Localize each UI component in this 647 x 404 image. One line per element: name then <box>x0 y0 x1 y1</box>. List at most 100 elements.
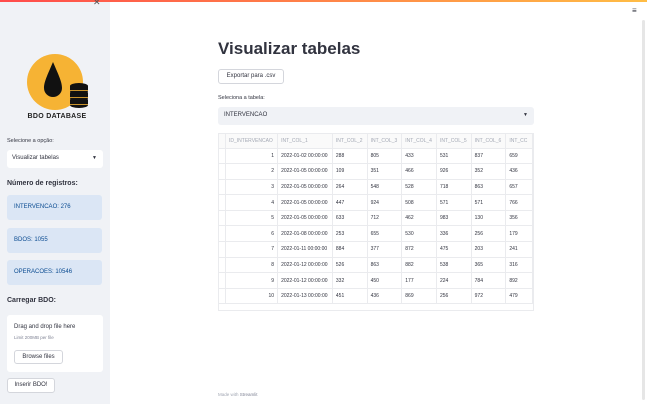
table-row[interactable]: 6 2022-01-08 00:00:00 253 655 530 336 256 179 <box>219 225 533 243</box>
table-column-header[interactable]: INT_COL_1 <box>277 134 333 149</box>
table-cell: 571 <box>471 194 507 211</box>
table-cell: 766 <box>505 194 533 211</box>
table-cell: 531 <box>436 148 472 165</box>
table-cell: 365 <box>471 257 507 274</box>
table-cell: 4 <box>225 194 279 211</box>
sidebar: ✕ BDO DATABASE Selecione a opção: Visual… <box>0 0 110 404</box>
table-cell: 2022-01-02 00:00:00 <box>277 148 333 165</box>
table-cell: 7 <box>225 241 279 258</box>
table-cell: 548 <box>367 179 403 196</box>
table-row[interactable]: 10 2022-01-13 00:00:00 451 436 869 256 972 479 <box>219 288 533 305</box>
table-cell: 447 <box>332 194 368 211</box>
table-cell: 475 <box>436 241 472 258</box>
table-cell: 352 <box>471 163 507 180</box>
upload-limit-text: Limit 200MB per file <box>14 335 54 340</box>
table-cell: 436 <box>367 288 403 305</box>
table-cell: 884 <box>332 241 368 258</box>
table-cell: 356 <box>505 210 533 227</box>
table-row[interactable]: 5 2022-01-05 00:00:00 633 712 462 983 130 356 <box>219 210 533 227</box>
logo-text: BDO DATABASE <box>27 113 87 120</box>
table-cell: 2022-01-05 00:00:00 <box>277 163 333 180</box>
table-cell: 784 <box>471 272 507 289</box>
table-cell: 2022-01-11 00:00:00 <box>277 241 333 258</box>
table-select[interactable]: INTERVENCAO ▼ <box>218 107 534 125</box>
table-column-header[interactable]: INT_COL_3 <box>367 134 403 149</box>
table-cell: 332 <box>332 272 368 289</box>
table-cell: 377 <box>367 241 403 258</box>
table-column-header[interactable]: INT_COL_6 <box>471 134 507 149</box>
table-cell: 926 <box>436 163 472 180</box>
bdo-database-logo: BDO DATABASE <box>22 52 92 124</box>
records-header: Número de registros: <box>7 180 78 187</box>
table-cell: 655 <box>367 225 403 243</box>
data-table[interactable]: ID_INTERVENCAO INT_COL_1 INT_COL_2 INT_COL_… <box>218 133 534 311</box>
table-cell: 6 <box>225 225 279 243</box>
table-cell: 256 <box>471 225 507 243</box>
option-select[interactable]: Visualizar tabelas ▼ <box>7 150 103 168</box>
table-cell: 5 <box>225 210 279 227</box>
table-cell: 253 <box>332 225 368 243</box>
table-cell: 451 <box>332 288 368 305</box>
table-cell: 2022-01-08 00:00:00 <box>277 225 333 243</box>
table-cell: 837 <box>471 148 507 165</box>
table-column-header[interactable]: INT_COL_4 <box>401 134 437 149</box>
table-cell: 892 <box>505 272 533 289</box>
records-bdos-badge: BDOS: 1055 <box>7 228 102 253</box>
table-cell: 130 <box>471 210 507 227</box>
insert-bdo-button[interactable]: Inserir BDO! <box>7 378 55 393</box>
table-column-header[interactable]: INT_CC <box>505 134 533 149</box>
table-row[interactable]: 4 2022-01-05 00:00:00 447 924 508 571 571 766 <box>219 194 533 211</box>
table-cell: 3 <box>225 179 279 196</box>
table-row[interactable]: 9 2022-01-12 00:00:00 332 450 177 224 784 892 <box>219 272 533 289</box>
table-cell: 869 <box>401 288 437 305</box>
footer-prefix: Made with <box>218 392 239 397</box>
table-cell: 1 <box>225 148 279 165</box>
records-operacoes-badge: OPERACOES: 10546 <box>7 260 102 285</box>
table-cell: 179 <box>505 225 533 243</box>
file-uploader[interactable]: Drag and drop file here Limit 200MB per … <box>7 315 103 372</box>
table-cell: 528 <box>401 179 437 196</box>
table-cell: 9 <box>225 272 279 289</box>
table-cell: 659 <box>505 148 533 165</box>
records-intervencao-badge: INTERVENCAO: 276 <box>7 195 102 220</box>
table-select-label: Seleciona a tabela: <box>218 95 265 101</box>
table-cell: 109 <box>332 163 368 180</box>
table-row[interactable]: 2 2022-01-05 00:00:00 109 351 466 926 352 436 <box>219 163 533 180</box>
table-cell: 316 <box>505 257 533 274</box>
option-select-label: Selecione a opção: <box>7 138 54 144</box>
table-cell: 256 <box>436 288 472 305</box>
table-cell: 872 <box>401 241 437 258</box>
browse-files-button[interactable]: Browse files <box>14 350 63 364</box>
table-cell: 972 <box>471 288 507 305</box>
table-cell: 288 <box>332 148 368 165</box>
table-cell: 8 <box>225 257 279 274</box>
footer-brand-link[interactable]: Streamlit <box>240 392 258 397</box>
table-cell: 571 <box>436 194 472 211</box>
table-row[interactable]: 3 2022-01-05 00:00:00 264 548 528 718 863 657 <box>219 179 533 196</box>
hamburger-menu-icon[interactable]: ≡ <box>632 6 637 15</box>
table-cell: 633 <box>332 210 368 227</box>
table-row[interactable]: 7 2022-01-11 00:00:00 884 377 872 475 203 241 <box>219 241 533 258</box>
table-cell: 264 <box>332 179 368 196</box>
table-column-header[interactable]: INT_COL_2 <box>332 134 368 149</box>
table-row[interactable]: 1 2022-01-02 00:00:00 288 805 433 531 837 659 <box>219 148 533 165</box>
data-table-grid: ID_INTERVENCAO INT_COL_1 INT_COL_2 INT_COL_… <box>219 134 533 305</box>
table-cell: 2022-01-12 00:00:00 <box>277 272 333 289</box>
table-cell: 336 <box>436 225 472 243</box>
chevron-down-icon: ▼ <box>523 112 528 118</box>
table-cell: 863 <box>471 179 507 196</box>
table-row[interactable]: 8 2022-01-12 00:00:00 526 863 882 538 365 316 <box>219 257 533 274</box>
footer: Made with Streamlit <box>218 392 258 397</box>
table-cell: 530 <box>401 225 437 243</box>
main-scrollbar[interactable] <box>642 20 645 400</box>
export-csv-button[interactable]: Exportar para .csv <box>218 69 284 84</box>
table-cell: 351 <box>367 163 403 180</box>
table-cell: 882 <box>401 257 437 274</box>
table-cell: 526 <box>332 257 368 274</box>
table-cell: 2022-01-05 00:00:00 <box>277 194 333 211</box>
table-cell: 657 <box>505 179 533 196</box>
page-title: Visualizar tabelas <box>218 39 361 58</box>
table-column-header[interactable]: INT_COL_5 <box>436 134 472 149</box>
table-column-header[interactable]: ID_INTERVENCAO <box>225 134 279 149</box>
close-icon[interactable]: ✕ <box>93 0 101 8</box>
